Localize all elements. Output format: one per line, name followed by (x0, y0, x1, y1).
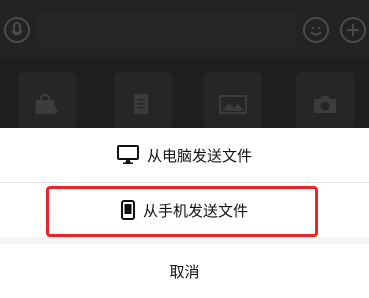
plus-icon[interactable] (340, 17, 366, 43)
document-icon (134, 94, 148, 114)
cancel-button[interactable]: 取消 (0, 244, 369, 298)
tool-document[interactable] (114, 72, 172, 130)
cancel-label: 取消 (169, 262, 200, 281)
chat-input-bar (0, 0, 369, 58)
image-icon (219, 95, 247, 114)
bag-icon (35, 94, 59, 114)
emoji-icon[interactable] (303, 17, 329, 43)
camera-icon (314, 96, 336, 113)
highlight-frame (46, 186, 318, 237)
tool-bag[interactable] (18, 72, 76, 130)
tool-camera[interactable] (296, 72, 354, 130)
send-from-computer-label: 从电脑发送文件 (146, 146, 252, 165)
message-input[interactable] (38, 10, 296, 48)
tool-image[interactable] (204, 72, 262, 130)
monitor-icon (116, 145, 139, 165)
send-from-computer-option[interactable]: 从电脑发送文件 (0, 128, 369, 182)
voice-icon[interactable] (4, 17, 30, 43)
